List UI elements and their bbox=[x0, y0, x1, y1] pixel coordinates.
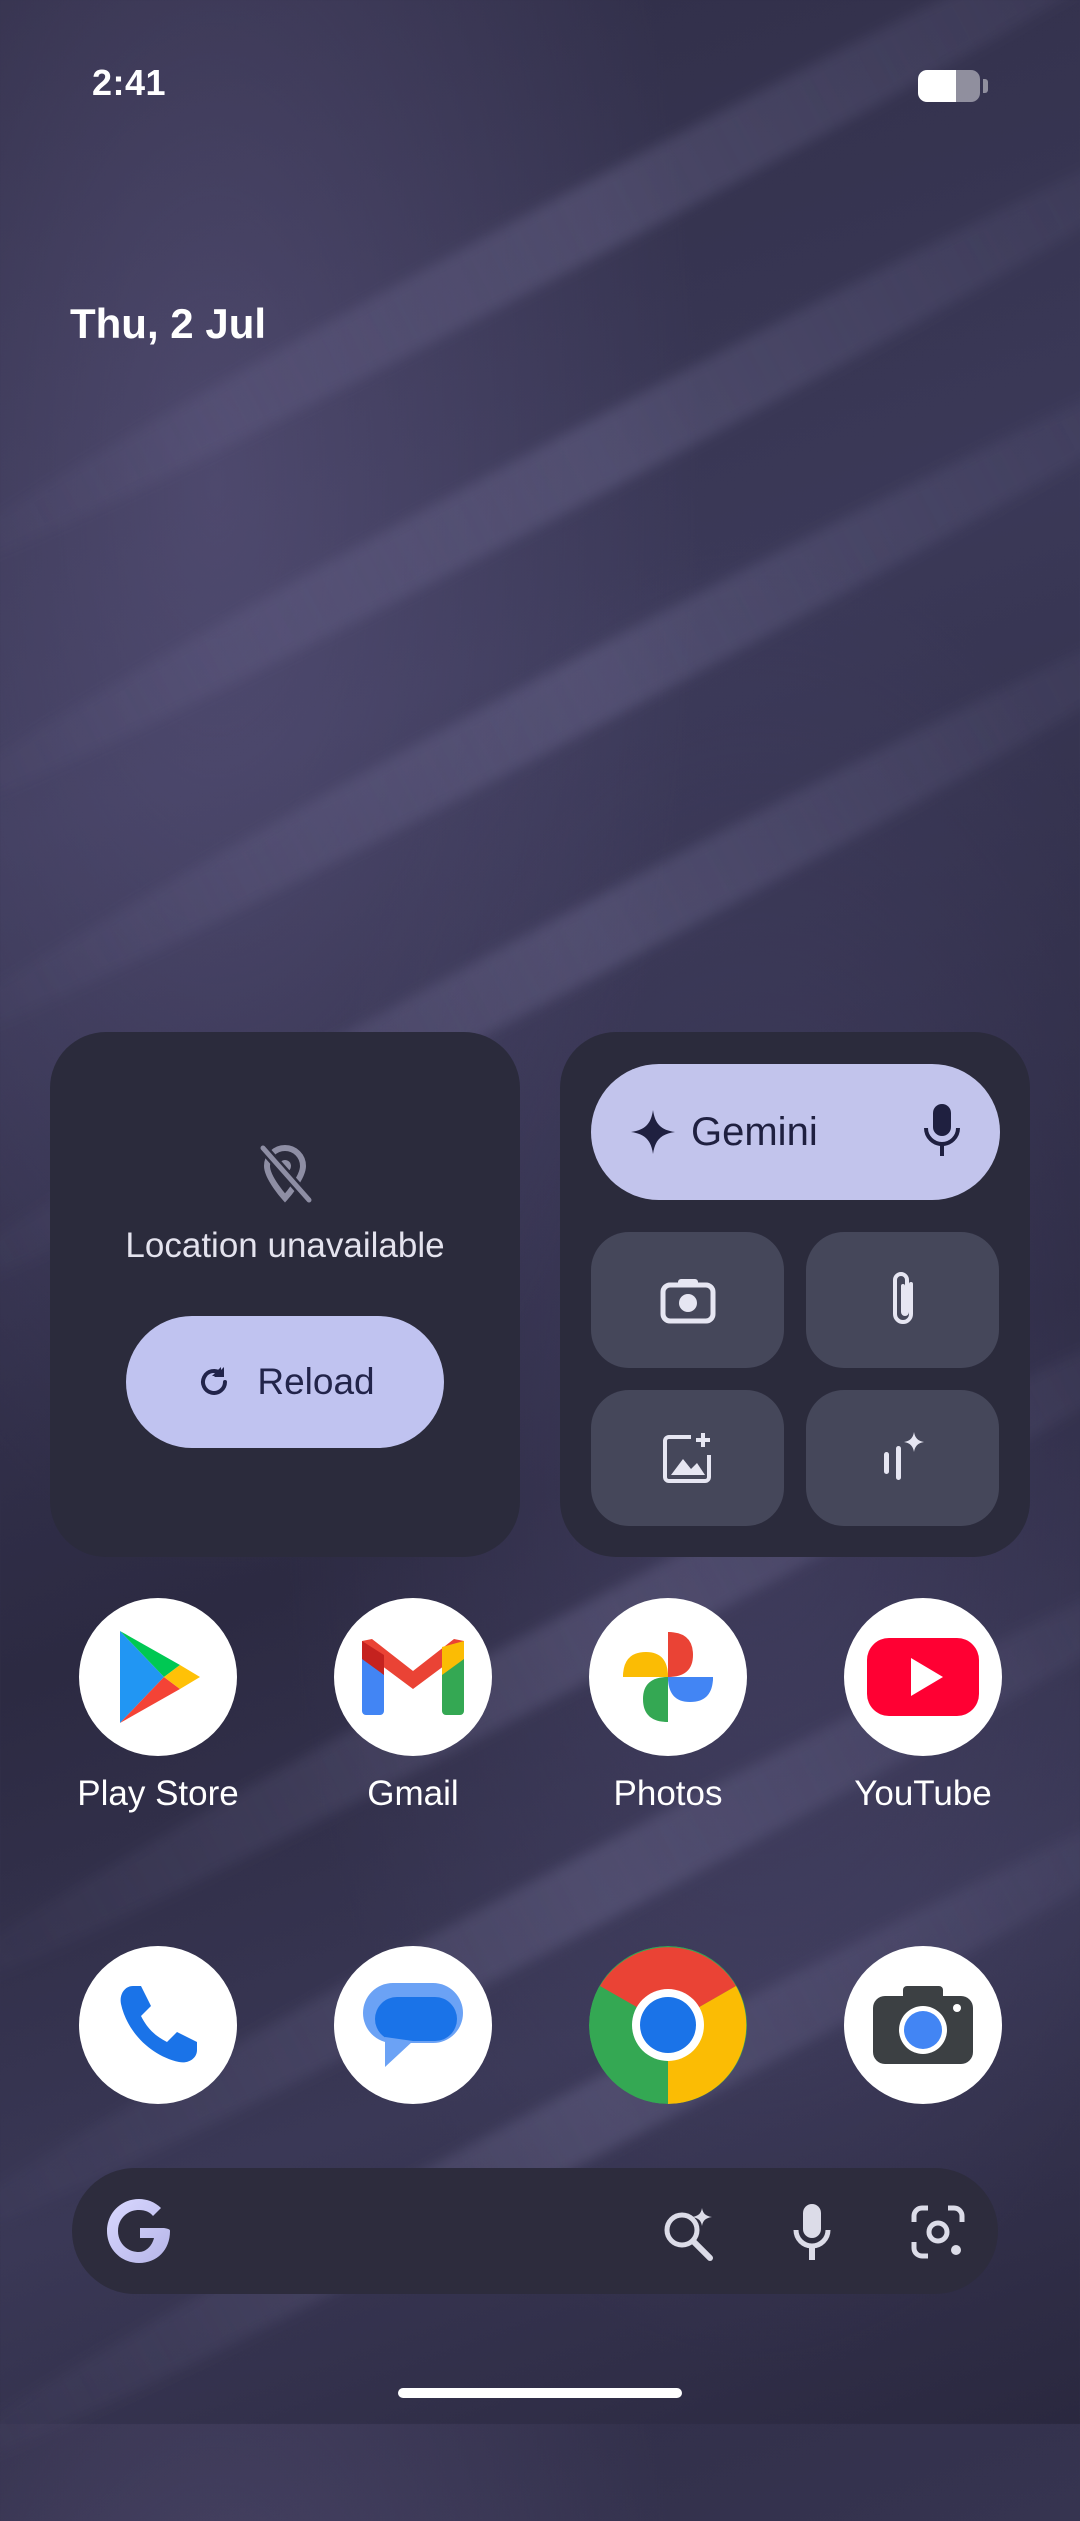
gemini-label: Gemini bbox=[691, 1109, 818, 1154]
lens-icon[interactable] bbox=[910, 2204, 966, 2260]
gemini-mic-icon[interactable] bbox=[922, 1102, 962, 1160]
google-search-bar[interactable] bbox=[72, 2168, 998, 2294]
app-label: YouTube bbox=[854, 1774, 992, 1813]
live-voice-icon bbox=[883, 1432, 924, 1480]
gemini-prompt-button[interactable]: Gemini bbox=[591, 1064, 1000, 1200]
google-g-icon[interactable] bbox=[104, 2196, 174, 2266]
date-label[interactable]: Thu, 2 Jul bbox=[70, 300, 266, 348]
app-label: Play Store bbox=[77, 1774, 239, 1813]
battery-level bbox=[918, 70, 957, 102]
reload-label: Reload bbox=[257, 1361, 375, 1402]
camera-icon bbox=[660, 1279, 715, 1324]
app-gmail[interactable]: Gmail bbox=[313, 1598, 513, 1814]
chrome-icon bbox=[589, 1946, 747, 2104]
app-phone[interactable] bbox=[58, 1946, 258, 2104]
gemini-camera-tile[interactable] bbox=[591, 1232, 784, 1368]
status-time: 2:41 bbox=[92, 62, 167, 103]
battery-icon bbox=[918, 70, 980, 102]
reload-icon bbox=[201, 1367, 228, 1395]
app-label: Photos bbox=[613, 1774, 723, 1813]
app-camera[interactable] bbox=[823, 1946, 1023, 2104]
play-store-icon bbox=[120, 1631, 200, 1723]
app-youtube[interactable]: YouTube bbox=[823, 1598, 1023, 1814]
gemini-live-tile[interactable] bbox=[806, 1390, 999, 1526]
app-play-store[interactable]: Play Store bbox=[58, 1598, 258, 1814]
messages-icon bbox=[363, 1983, 463, 2067]
attachment-icon bbox=[892, 1272, 913, 1324]
battery-tip bbox=[983, 79, 988, 93]
gemini-image-tile[interactable] bbox=[591, 1390, 784, 1526]
reload-button[interactable]: Reload bbox=[126, 1316, 444, 1448]
location-message: Location unavailable bbox=[125, 1226, 445, 1265]
app-messages[interactable] bbox=[313, 1946, 513, 2104]
ai-search-icon[interactable] bbox=[660, 2206, 716, 2262]
youtube-icon bbox=[867, 1638, 979, 1716]
location-off-icon bbox=[259, 1144, 313, 1204]
gemini-attach-tile[interactable] bbox=[806, 1232, 999, 1368]
gemini-spark-icon bbox=[631, 1110, 675, 1154]
gemini-widget: Gemini bbox=[560, 1032, 1030, 1557]
camera-app-icon bbox=[873, 1986, 973, 2064]
add-image-icon bbox=[662, 1433, 711, 1483]
weather-widget[interactable]: Location unavailable Reload bbox=[50, 1032, 520, 1557]
voice-search-icon[interactable] bbox=[792, 2202, 832, 2262]
app-chrome[interactable] bbox=[568, 1946, 768, 2104]
photos-icon bbox=[623, 1632, 713, 1722]
home-indicator[interactable] bbox=[398, 2388, 682, 2398]
phone-icon bbox=[120, 1986, 197, 2063]
app-photos[interactable]: Photos bbox=[568, 1598, 768, 1814]
gmail-icon bbox=[362, 1639, 464, 1715]
app-label: Gmail bbox=[367, 1774, 459, 1813]
